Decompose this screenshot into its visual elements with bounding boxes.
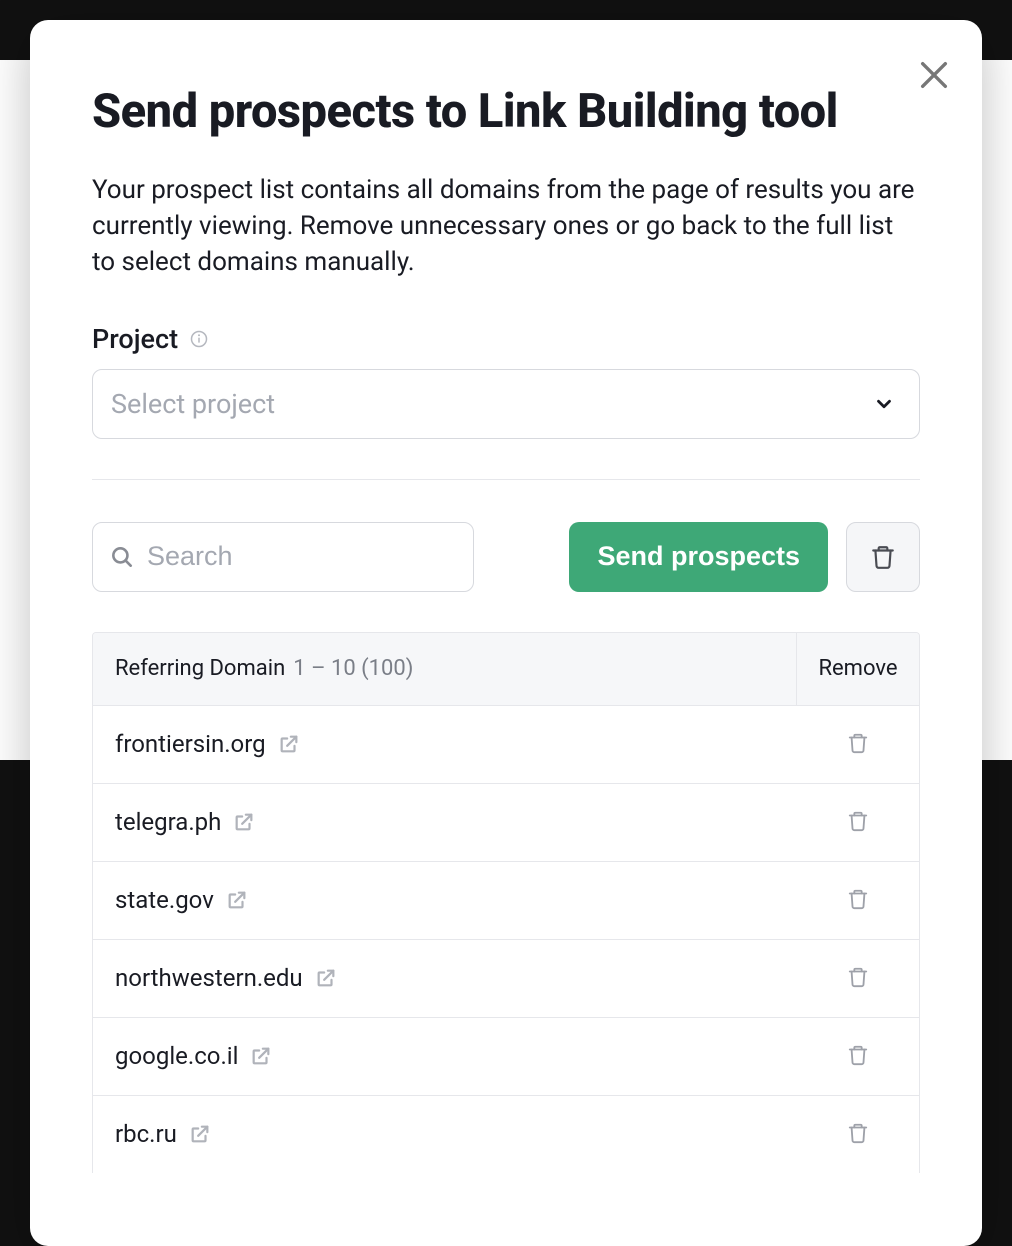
remove-cell [797, 731, 919, 758]
domain-cell[interactable]: northwestern.edu [93, 964, 797, 992]
chevron-down-icon [873, 393, 895, 415]
table-header: Referring Domain 1 – 10 (100) Remove [93, 633, 919, 705]
divider [92, 479, 920, 480]
remove-row-button[interactable] [847, 731, 869, 758]
col-header-domain-range: 1 – 10 (100) [293, 656, 413, 681]
domain-cell[interactable]: google.co.il [93, 1042, 797, 1070]
delete-all-button[interactable] [846, 522, 920, 592]
domain-text: rbc.ru [115, 1120, 177, 1148]
col-header-domain-text: Referring Domain [115, 656, 285, 681]
domain-cell[interactable]: rbc.ru [93, 1120, 797, 1148]
domain-text: frontiersin.org [115, 730, 266, 758]
table-row: rbc.ru [93, 1095, 919, 1173]
search-input-wrapper[interactable] [92, 522, 474, 592]
domain-text: google.co.il [115, 1042, 238, 1070]
remove-cell [797, 1043, 919, 1070]
table-row: state.gov [93, 861, 919, 939]
trash-icon [870, 543, 896, 571]
external-link-icon [278, 733, 300, 755]
domain-cell[interactable]: frontiersin.org [93, 730, 797, 758]
send-prospects-modal: Send prospects to Link Building tool You… [30, 20, 982, 1246]
close-icon [917, 58, 951, 92]
remove-row-button[interactable] [847, 1043, 869, 1070]
project-label-text: Project [92, 323, 178, 355]
send-prospects-button[interactable]: Send prospects [569, 522, 828, 592]
trash-icon [847, 1043, 869, 1067]
col-header-remove: Remove [797, 656, 919, 681]
search-icon [109, 544, 135, 570]
close-button[interactable] [912, 54, 956, 98]
external-link-icon [250, 1045, 272, 1067]
trash-icon [847, 1121, 869, 1145]
domain-text: state.gov [115, 886, 214, 914]
remove-cell [797, 965, 919, 992]
remove-row-button[interactable] [847, 965, 869, 992]
action-row: Send prospects [92, 522, 920, 592]
table-row: telegra.ph [93, 783, 919, 861]
project-label: Project [92, 323, 920, 355]
domain-cell[interactable]: state.gov [93, 886, 797, 914]
col-header-domain: Referring Domain 1 – 10 (100) [93, 633, 797, 705]
modal-description: Your prospect list contains all domains … [92, 172, 920, 281]
remove-cell [797, 887, 919, 914]
domain-cell[interactable]: telegra.ph [93, 808, 797, 836]
remove-row-button[interactable] [847, 809, 869, 836]
external-link-icon [226, 889, 248, 911]
external-link-icon [233, 811, 255, 833]
trash-icon [847, 887, 869, 911]
trash-icon [847, 731, 869, 755]
trash-icon [847, 965, 869, 989]
table-row: google.co.il [93, 1017, 919, 1095]
external-link-icon [189, 1123, 211, 1145]
domain-text: northwestern.edu [115, 964, 303, 992]
table-row: frontiersin.org [93, 705, 919, 783]
modal-title: Send prospects to Link Building tool [92, 86, 920, 138]
table-row: northwestern.edu [93, 939, 919, 1017]
info-icon [190, 330, 208, 348]
remove-row-button[interactable] [847, 1121, 869, 1148]
project-select-placeholder: Select project [111, 388, 275, 420]
search-input[interactable] [147, 541, 457, 572]
domain-text: telegra.ph [115, 808, 221, 836]
remove-row-button[interactable] [847, 887, 869, 914]
trash-icon [847, 809, 869, 833]
external-link-icon [315, 967, 337, 989]
project-select[interactable]: Select project [92, 369, 920, 439]
prospects-table: Referring Domain 1 – 10 (100) Remove fro… [92, 632, 920, 1173]
remove-cell [797, 809, 919, 836]
remove-cell [797, 1121, 919, 1148]
